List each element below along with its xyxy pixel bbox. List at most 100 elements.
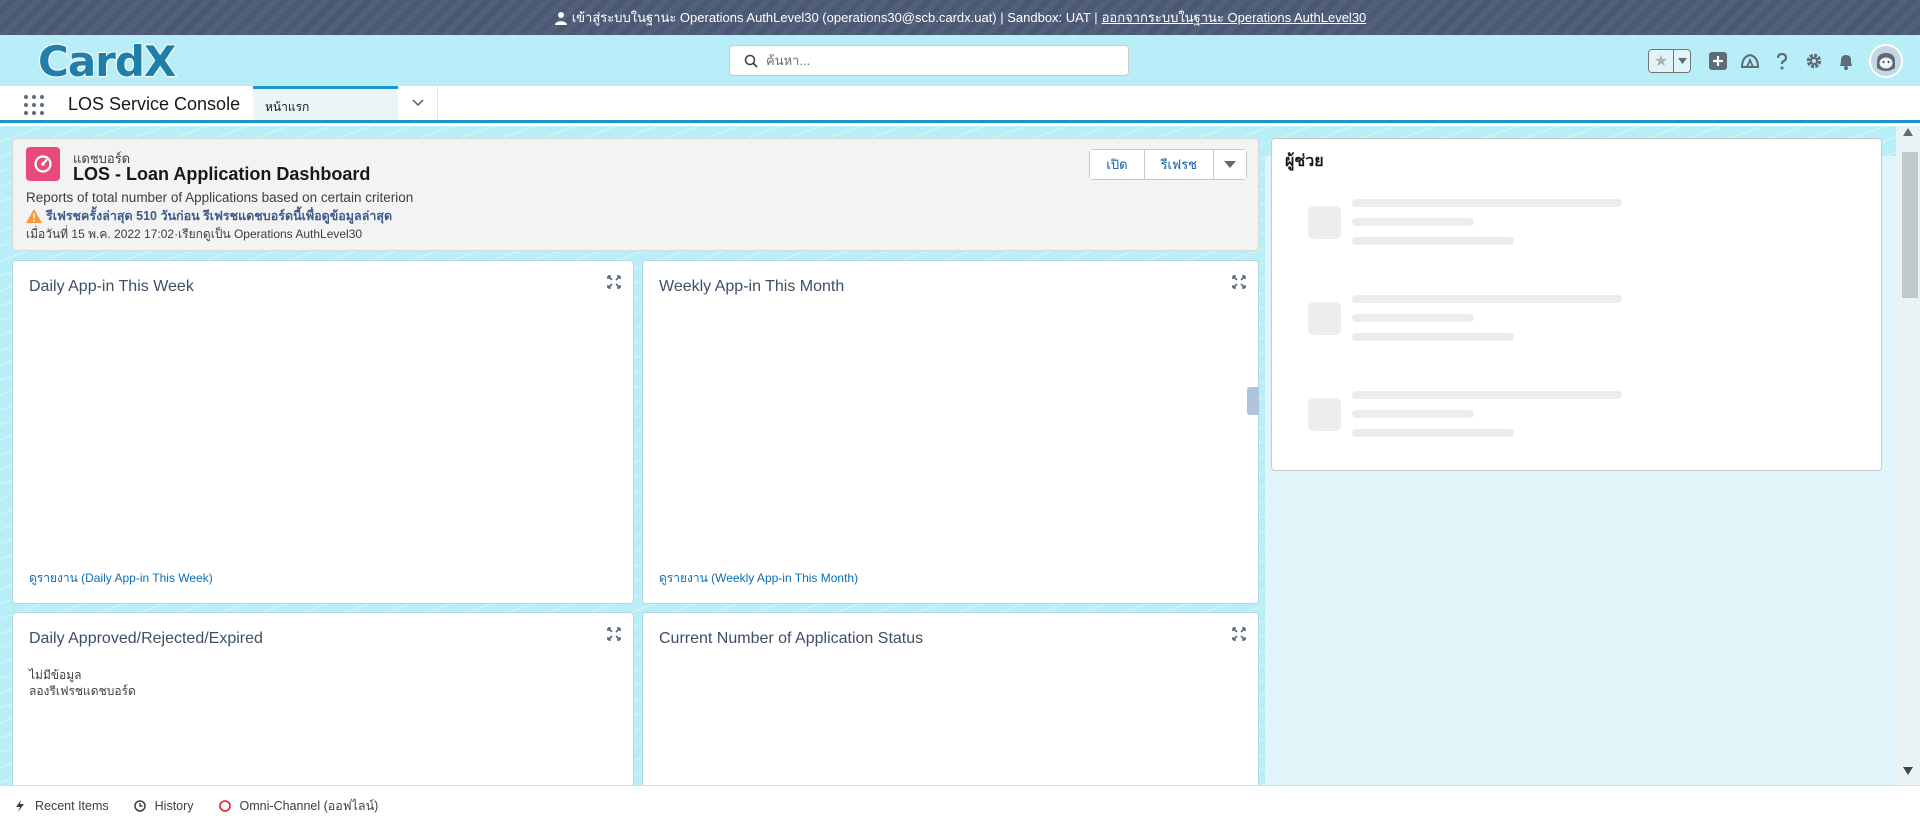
skeleton-line (1352, 333, 1514, 341)
global-actions-button[interactable] (1707, 50, 1729, 72)
panel-collapse-handle[interactable] (1247, 387, 1259, 415)
chevron-down-icon (411, 99, 424, 107)
refresh-button[interactable]: รีเฟรช (1144, 150, 1214, 179)
widget-application-status: Current Number of Application Status (642, 612, 1259, 812)
skeleton-line (1352, 314, 1474, 322)
app-launcher-dot (40, 95, 44, 99)
assistant-title: ผู้ช่วย (1285, 153, 1324, 170)
skeleton-line (1352, 218, 1474, 226)
banner-text: เข้าสู่ระบบในฐานะ Operations AuthLevel30… (571, 10, 1098, 25)
chevron-down-icon (1677, 57, 1687, 64)
refresh-warning: รีเฟรชครั้งล่าสุด 510 วันก่อน รีเฟรชแดชบ… (26, 206, 392, 226)
expand-icon[interactable] (607, 627, 621, 641)
user-icon (554, 11, 567, 25)
utility-omni-channel[interactable]: Omni-Channel (ออฟไลน์) (218, 796, 379, 816)
add-icon (1709, 51, 1727, 70)
help-button[interactable] (1771, 50, 1793, 72)
skeleton-line (1352, 199, 1622, 207)
dashboard-as-of: เมื่อวันที่ 15 พ.ค. 2022 17:02·เรียกดูเป… (26, 227, 363, 241)
empty-state-title: ไม่มีข้อมูล (29, 668, 82, 682)
widget-title: Daily App-in This Week (29, 278, 194, 295)
scroll-down-icon[interactable] (1903, 767, 1913, 775)
skeleton-avatar (1308, 302, 1341, 335)
dashboard-actions: เปิด รีเฟรช (1089, 149, 1247, 180)
user-avatar-icon (1871, 45, 1901, 76)
global-search[interactable] (729, 45, 1129, 76)
expand-icon[interactable] (1232, 275, 1246, 289)
widget-daily-approved: Daily Approved/Rejected/Expired ไม่มีข้อ… (12, 612, 634, 812)
app-launcher-dot (24, 95, 28, 99)
utility-history-label: History (154, 798, 194, 813)
assistant-panel: ผู้ช่วย (1271, 138, 1882, 471)
expand-icon[interactable] (607, 275, 621, 289)
utility-bar: Recent Items History Omni-Channel (ออฟไล… (0, 785, 1920, 825)
app-launcher-dot (40, 103, 44, 107)
app-launcher-dot (40, 111, 44, 115)
empty-state: ไม่มีข้อมูล ลองรีเฟรชแดชบอร์ด (29, 667, 136, 699)
app-launcher-dot (24, 111, 28, 115)
search-input[interactable] (766, 53, 1106, 68)
skeleton-line (1352, 391, 1622, 399)
open-button[interactable]: เปิด (1090, 150, 1145, 179)
setup-button[interactable] (1803, 50, 1825, 72)
utility-recent-items[interactable]: Recent Items (14, 799, 109, 813)
logout-link[interactable]: ออกจากระบบในฐานะ Operations AuthLevel30 (1102, 7, 1367, 28)
navigation-bar: LOS Service Console หน้าแรก (0, 86, 1920, 123)
app-launcher-dot (32, 95, 36, 99)
more-actions-button[interactable] (1214, 150, 1246, 179)
expand-icon[interactable] (1232, 627, 1246, 641)
star-icon[interactable]: ★ (1649, 49, 1673, 72)
skeleton-line (1352, 429, 1514, 437)
widget-weekly-app-in: Weekly App-in This Month ดูรายงาน (Weekl… (642, 260, 1259, 604)
app-launcher-dot (32, 103, 36, 107)
skeleton-line (1352, 410, 1474, 418)
scroll-up-icon[interactable] (1903, 128, 1913, 136)
skeleton-avatar (1308, 206, 1341, 239)
trailhead-button[interactable] (1739, 50, 1761, 72)
help-icon (1776, 52, 1788, 69)
global-header: CardX ★ (0, 35, 1920, 86)
app-launcher-dot (32, 111, 36, 115)
utility-omni-label: Omni-Channel (ออฟไลน์) (239, 798, 379, 813)
view-report-link[interactable]: ดูรายงาน (Weekly App-in This Month) (659, 569, 858, 588)
favorites-menu-button[interactable] (1673, 49, 1690, 72)
warning-icon (26, 209, 42, 223)
favorites-group: ★ (1648, 48, 1691, 73)
empty-state-hint: ลองรีเฟรชแดชบอร์ด (29, 684, 136, 698)
gear-icon (1806, 53, 1822, 68)
notifications-button[interactable] (1835, 50, 1857, 72)
workspace-scrollbar[interactable] (1896, 126, 1920, 785)
widget-title: Current Number of Application Status (659, 630, 924, 647)
impersonation-banner: เข้าสู่ระบบในฐานะ Operations AuthLevel30… (0, 0, 1920, 35)
offline-status-icon (218, 799, 231, 812)
widget-daily-app-in: Daily App-in This Week ดูรายงาน (Daily A… (12, 260, 634, 604)
dashboard-icon (26, 147, 60, 181)
skeleton-line (1352, 237, 1514, 245)
utility-recent-label: Recent Items (35, 798, 109, 813)
dashboard-description: Reports of total number of Applications … (26, 190, 414, 205)
nav-menu-button[interactable] (398, 86, 438, 120)
dashboard-title: LOS - Loan Application Dashboard (73, 164, 371, 184)
widget-title: Daily Approved/Rejected/Expired (29, 630, 263, 647)
tab-home[interactable]: หน้าแรก (253, 86, 398, 120)
app-launcher-dot (24, 103, 28, 107)
refresh-warning-text: รีเฟรชครั้งล่าสุด 510 วันก่อน รีเฟรชแดชบ… (46, 209, 393, 223)
svg-text:CardX: CardX (38, 38, 176, 84)
trailhead-icon (1740, 53, 1760, 68)
view-report-link[interactable]: ดูรายงาน (Daily App-in This Week) (29, 569, 213, 588)
cardx-logo[interactable]: CardX (38, 38, 198, 84)
lightning-icon (16, 799, 24, 812)
clock-icon (133, 799, 146, 812)
dashboard-header: แดชบอร์ด LOS - Loan Application Dashboar… (12, 138, 1259, 251)
scrollbar-thumb[interactable] (1902, 152, 1918, 298)
workspace: แดชบอร์ด LOS - Loan Application Dashboar… (0, 126, 1920, 812)
bell-icon (1840, 54, 1852, 70)
chevron-down-icon (1224, 161, 1236, 168)
app-launcher-button[interactable] (24, 95, 44, 115)
app-name: LOS Service Console (68, 94, 241, 114)
header-actions: ★ (1648, 35, 1920, 86)
search-icon (744, 54, 758, 68)
widget-title: Weekly App-in This Month (659, 278, 845, 295)
avatar[interactable] (1869, 43, 1903, 78)
utility-history[interactable]: History (133, 798, 194, 813)
